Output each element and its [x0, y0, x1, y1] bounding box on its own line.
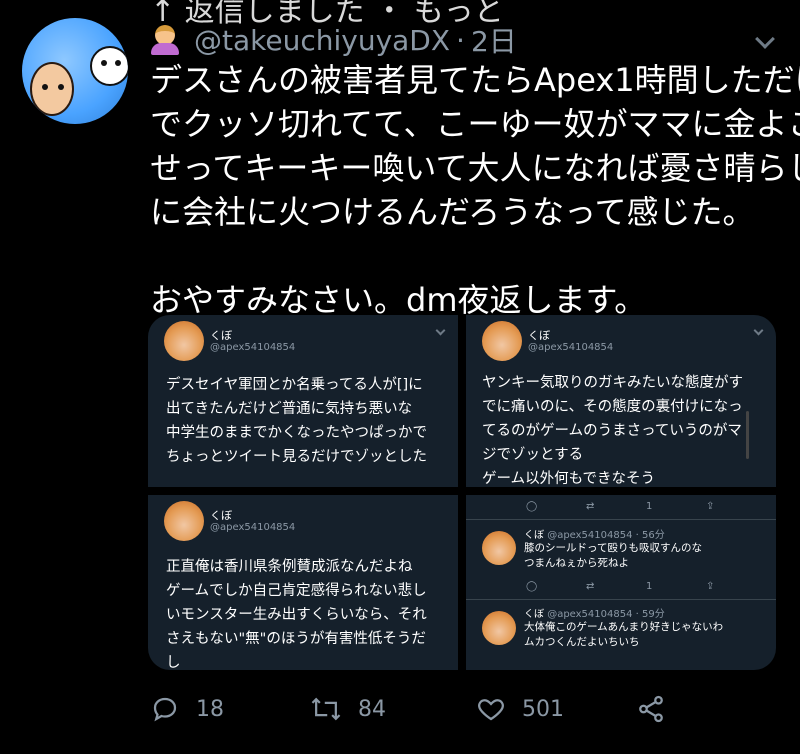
avatar-face-left [30, 62, 74, 116]
embedded-name: くぼ [210, 509, 232, 522]
like-count: 501 [522, 696, 564, 722]
chevron-down-icon [435, 325, 446, 336]
woman-emoji-icon [150, 25, 180, 55]
reply-icon [153, 697, 177, 722]
tweet-line: せってキーキー喚いて大人になれば憂さ晴らし [150, 149, 800, 187]
embedded-handle: @apex54104854 [528, 342, 614, 353]
reply-count: 18 [196, 696, 224, 722]
user-handle[interactable]: @takeuchiyuyaDX [194, 24, 450, 57]
embedded-action-row: ◯ ⇄ 1 ⇪ [526, 581, 715, 592]
like-button[interactable]: 501 [476, 694, 564, 724]
embedded-action-row: ◯ ⇄ 1 ⇪ [526, 501, 715, 512]
embedded-reply-avatar [482, 611, 516, 645]
media-grid[interactable]: くぼ @apex54104854 デスセイヤ軍団とか名乗ってる人が[]に 出てき… [148, 315, 776, 670]
reply-button[interactable]: 18 [150, 694, 224, 724]
embedded-reply-header: くぼ @apex54104854 · 59分 [524, 609, 665, 620]
media-image-4[interactable]: ◯ ⇄ 1 ⇪ くぼ @apex54104854 · 56分 膝のシールドって殴りも吸… [466, 495, 776, 670]
embedded-text: デスセイヤ軍団とか名乗ってる人が[]に 出てきたんだけど普通に気持ち悪いな 中学… [166, 377, 427, 465]
user-avatar[interactable] [22, 18, 128, 124]
avatar-face-right [90, 46, 128, 86]
embedded-handle: @apex54104854 [210, 522, 296, 533]
tweet-body: デスさんの被害者見てたらApex1時間しただけ でクッソ切れてて、こーゆー奴がマ… [150, 58, 800, 322]
embedded-name: くぼ [210, 329, 232, 342]
divider [466, 599, 776, 600]
media-image-3[interactable]: くぼ @apex54104854 正直俺は香川県条例賛成派なんだよね ゲームでし… [148, 495, 458, 670]
tweet-line: に会社に火つけるんだろうなって感じた。 [150, 193, 755, 231]
retweet-icon [311, 697, 341, 721]
chevron-down-icon[interactable] [755, 29, 775, 49]
tweet-action-bar: 18 84 501 [150, 690, 710, 734]
media-image-2[interactable]: くぼ @apex54104854 ヤンキー気取りのガキみたいな態度がす でに痛い… [466, 315, 776, 487]
share-icon [639, 695, 663, 723]
tweet-header: @takeuchiyuyaDX · 2日 [150, 20, 517, 60]
tweet-time[interactable]: 2日 [471, 20, 517, 60]
header-separator: · [456, 23, 465, 57]
scrollbar-thumb [746, 411, 749, 459]
like-icon [478, 699, 504, 721]
divider [466, 519, 776, 520]
share-button[interactable] [636, 694, 682, 724]
embedded-avatar [164, 501, 204, 541]
embedded-handle: @apex54104854 [210, 342, 296, 353]
embedded-avatar [164, 321, 204, 361]
tweet-line: デスさんの被害者見てたらApex1時間しただけ [150, 61, 800, 99]
tweet-line: でクッソ切れてて、こーゆー奴がママに金よこ [150, 105, 800, 143]
embedded-avatar [482, 321, 522, 361]
embedded-reply-header: くぼ @apex54104854 · 56分 [524, 530, 665, 541]
embedded-name: くぼ [528, 329, 550, 342]
media-image-1[interactable]: くぼ @apex54104854 デスセイヤ軍団とか名乗ってる人が[]に 出てき… [148, 315, 458, 487]
embedded-reply-avatar [482, 531, 516, 565]
retweet-count: 84 [358, 696, 386, 722]
embedded-text: ヤンキー気取りのガキみたいな態度がす でに痛いのに、その態度の裏付けになっ てる… [482, 375, 743, 487]
embedded-reply-text: 膝のシールドって殴りも吸収すんのな つまんねぇから死ねよ [524, 542, 702, 569]
embedded-reply-text: 大体俺このゲームあんまり好きじゃないわ ムカつくんだよいちいち [524, 621, 724, 648]
retweet-button[interactable]: 84 [310, 694, 386, 724]
embedded-text: 正直俺は香川県条例賛成派なんだよね ゲームでしか自己肯定感得られない悲し いモン… [166, 559, 427, 670]
chevron-down-icon [753, 325, 764, 336]
